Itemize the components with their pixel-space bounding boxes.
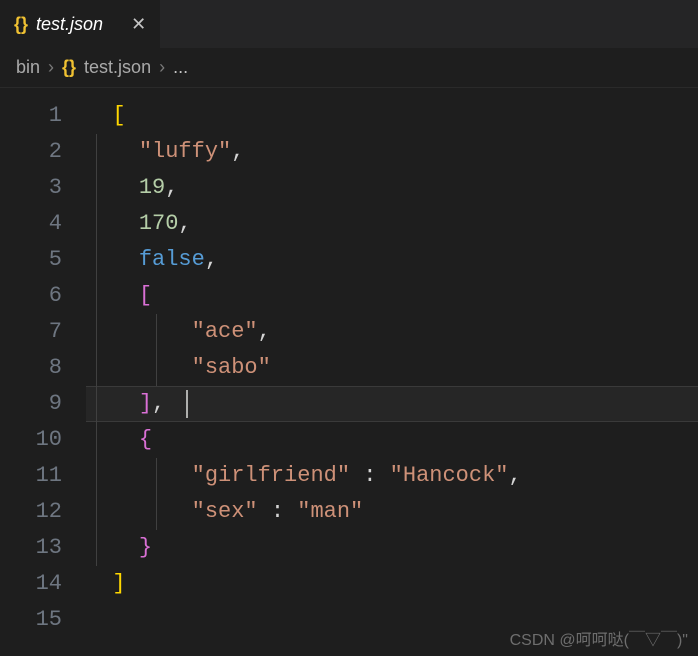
close-icon[interactable]: ✕ <box>111 14 146 35</box>
line-number: 12 <box>0 494 86 530</box>
line-number: 6 <box>0 278 86 314</box>
code-line[interactable]: ] <box>86 566 698 602</box>
line-number: 10 <box>0 422 86 458</box>
chevron-right-icon: › <box>48 57 54 78</box>
tab-filename: test.json <box>36 14 103 35</box>
code-line[interactable]: { <box>86 422 698 458</box>
code-line[interactable]: } <box>86 530 698 566</box>
tab-testjson[interactable]: {} test.json ✕ <box>0 0 160 48</box>
line-number: 3 <box>0 170 86 206</box>
line-number: 14 <box>0 566 86 602</box>
line-number: 4 <box>0 206 86 242</box>
code-editor[interactable]: 123456789101112131415 [ "luffy", 19, 170… <box>0 88 698 656</box>
breadcrumb-folder[interactable]: bin <box>16 57 40 78</box>
code-line[interactable]: [ <box>86 278 698 314</box>
code-line[interactable]: "ace", <box>86 314 698 350</box>
breadcrumb-file[interactable]: test.json <box>84 57 151 78</box>
code-line[interactable]: "girlfriend" : "Hancock", <box>86 458 698 494</box>
json-file-icon: {} <box>14 14 28 35</box>
code-line[interactable]: 19, <box>86 170 698 206</box>
breadcrumb[interactable]: bin › {} test.json › ... <box>0 48 698 88</box>
line-number: 15 <box>0 602 86 638</box>
code-line[interactable]: "sex" : "man" <box>86 494 698 530</box>
code-line[interactable]: "sabo" <box>86 350 698 386</box>
line-number: 8 <box>0 350 86 386</box>
code-line[interactable]: false, <box>86 242 698 278</box>
code-line[interactable]: ], <box>86 386 698 422</box>
code-area[interactable]: [ "luffy", 19, 170, false, [ "ace", "sab… <box>86 88 698 656</box>
line-number: 7 <box>0 314 86 350</box>
line-number: 13 <box>0 530 86 566</box>
code-line[interactable]: [ <box>86 98 698 134</box>
chevron-right-icon: › <box>159 57 165 78</box>
line-number: 1 <box>0 98 86 134</box>
line-number: 9 <box>0 386 86 422</box>
tab-bar: {} test.json ✕ <box>0 0 698 48</box>
line-number: 11 <box>0 458 86 494</box>
breadcrumb-ellipsis[interactable]: ... <box>173 57 188 78</box>
code-line[interactable]: "luffy", <box>86 134 698 170</box>
code-line[interactable]: 170, <box>86 206 698 242</box>
code-line[interactable] <box>86 602 698 638</box>
json-file-icon: {} <box>62 57 76 78</box>
line-number: 5 <box>0 242 86 278</box>
line-number-gutter: 123456789101112131415 <box>0 88 86 656</box>
line-number: 2 <box>0 134 86 170</box>
